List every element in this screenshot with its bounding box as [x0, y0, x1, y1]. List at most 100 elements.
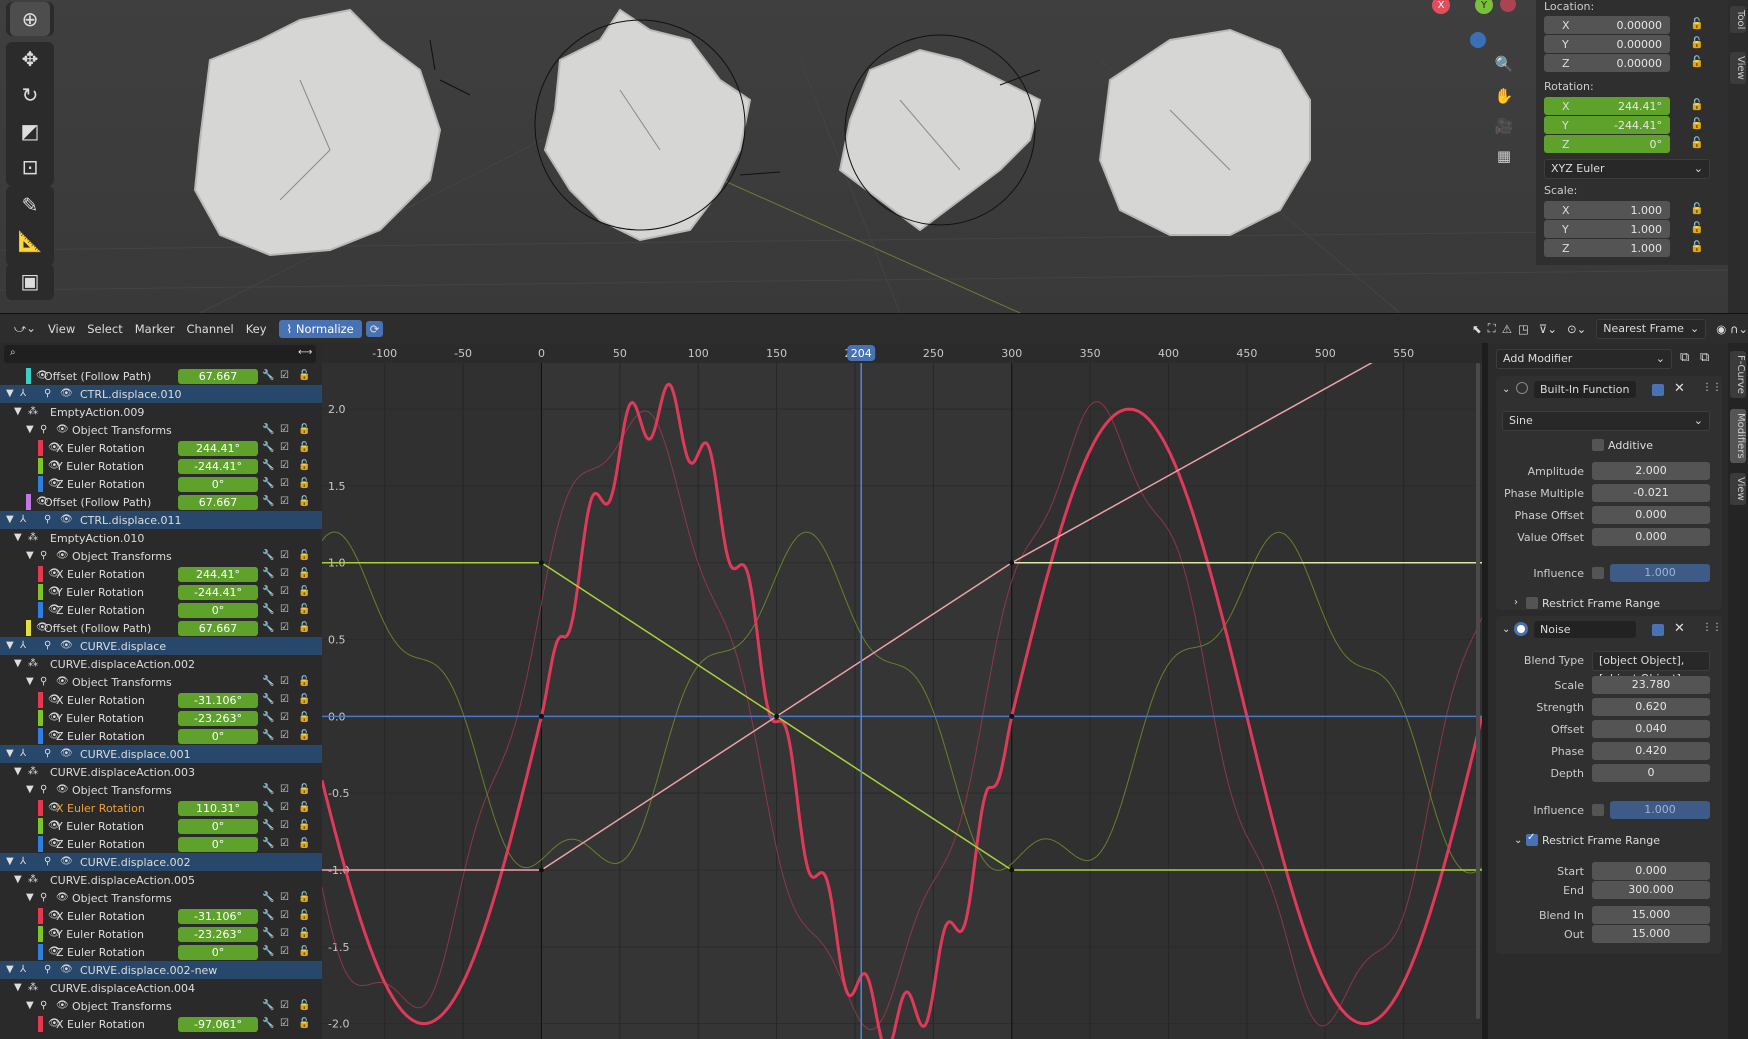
mute-toggle[interactable]: [1516, 382, 1528, 394]
pin-icon[interactable]: ⚲: [44, 964, 51, 975]
drag-handle-icon[interactable]: ⋮⋮: [1702, 622, 1722, 633]
wrench-icon[interactable]: 🔧: [262, 802, 274, 813]
modifier-field[interactable]: 15.000: [1592, 906, 1710, 924]
builtin-title[interactable]: Built-In Function: [1534, 381, 1636, 398]
channel-row[interactable]: 👁 X Euler Rotation -31.106° 🔧 ☑ 🔓: [0, 691, 322, 709]
lock-icon[interactable]: 🔓: [298, 802, 310, 813]
lock-icon[interactable]: 🔓: [298, 568, 310, 579]
influence-checkbox[interactable]: [1592, 804, 1604, 816]
group-row[interactable]: ▼ ⚲ 👁 Object Transforms 🔧 ☑ 🔓: [0, 889, 322, 907]
lock-icon[interactable]: 🔓: [298, 946, 310, 957]
collapse-icon[interactable]: ▼: [26, 784, 34, 795]
additive-checkbox[interactable]: [1592, 439, 1604, 451]
object-row[interactable]: ▼ ⅄ ⚲ 👁 CTRL.displace.010: [0, 385, 322, 403]
channel-value-field[interactable]: 0°: [178, 944, 258, 960]
wrench-icon[interactable]: 🔧: [262, 550, 274, 561]
collapse-icon[interactable]: ⌄: [1514, 835, 1522, 846]
pan-hand-icon[interactable]: ✋: [1490, 82, 1518, 110]
modifier-field[interactable]: 0.040: [1592, 720, 1710, 738]
wrench-icon[interactable]: 🔧: [262, 478, 274, 489]
wrench-icon[interactable]: 🔧: [262, 424, 274, 435]
collapse-icon[interactable]: ▼: [26, 892, 34, 903]
pin-icon[interactable]: ⚲: [40, 550, 47, 561]
checkbox-icon[interactable]: ☑: [280, 802, 289, 813]
wrench-icon[interactable]: 🔧: [262, 910, 274, 921]
filter-icon[interactable]: ⊽⌄: [1539, 322, 1557, 336]
frame-ruler[interactable]: -100-50050100150200250300350400450500550…: [322, 343, 1482, 363]
pin-icon[interactable]: ⚲: [44, 640, 51, 651]
wrench-icon[interactable]: 🔧: [262, 730, 274, 741]
channel-row[interactable]: 👁 X Euler Rotation -31.106° 🔧 ☑ 🔓: [0, 907, 322, 925]
channel-row[interactable]: 👁 Y Euler Rotation -23.263° 🔧 ☑ 🔓: [0, 709, 322, 727]
eye-icon[interactable]: 👁: [60, 748, 73, 759]
collapse-icon[interactable]: ▼: [14, 532, 22, 543]
object-row[interactable]: ▼ ⅄ ⚲ 👁 CTRL.displace.011: [0, 511, 322, 529]
eye-icon[interactable]: 👁: [60, 964, 73, 975]
menu-channel[interactable]: Channel: [186, 322, 233, 336]
lock-icon[interactable]: 🔓: [1690, 36, 1704, 49]
wrench-icon[interactable]: 🔧: [262, 586, 274, 597]
modifier-field[interactable]: 300.000: [1592, 881, 1710, 899]
normalize-toggle[interactable]: ⌇ Normalize: [278, 319, 362, 338]
collapse-icon[interactable]: ⌄: [1502, 624, 1510, 635]
wrench-icon[interactable]: 🔧: [262, 928, 274, 939]
scale-x-field[interactable]: X 1.000: [1544, 201, 1670, 219]
wrench-icon[interactable]: 🔧: [262, 838, 274, 849]
action-row[interactable]: ▼ ⁂ CURVE.displaceAction.004: [0, 979, 322, 997]
annotate-tool-icon[interactable]: ✎: [10, 188, 50, 222]
channel-row[interactable]: 👁 X Euler Rotation 110.31° 🔧 ☑ 🔓: [0, 799, 322, 817]
channel-row[interactable]: 👁 Offset (Follow Path) 67.667 🔧 ☑ 🔓: [0, 493, 322, 511]
copy-modifiers-icon[interactable]: ⧉: [1680, 350, 1689, 365]
checkbox-icon[interactable]: ☑: [280, 928, 289, 939]
checkbox-icon[interactable]: ☑: [280, 496, 289, 507]
checkbox-icon[interactable]: ☑: [280, 694, 289, 705]
drag-handle-icon[interactable]: ⋮⋮: [1702, 382, 1722, 393]
channel-value-field[interactable]: 110.31°: [178, 800, 258, 816]
channel-row[interactable]: 👁 Y Euler Rotation -244.41° 🔧 ☑ 🔓: [0, 457, 322, 475]
pin-icon[interactable]: ⚲: [44, 856, 51, 867]
wrench-icon[interactable]: 🔧: [262, 892, 274, 903]
lock-icon[interactable]: 🔓: [1690, 221, 1704, 234]
group-row[interactable]: ▼ ⚲ 👁 Object Transforms 🔧 ☑ 🔓: [0, 781, 322, 799]
rotate-tool-icon[interactable]: ↻: [10, 78, 50, 112]
channel-value-field[interactable]: 244.41°: [178, 440, 258, 456]
lock-icon[interactable]: 🔓: [298, 550, 310, 561]
lock-icon[interactable]: 🔓: [298, 604, 310, 615]
collapse-icon[interactable]: ▼: [14, 982, 22, 993]
action-row[interactable]: ▼ ⁂ CURVE.displaceAction.005: [0, 871, 322, 889]
eye-icon[interactable]: 👁: [56, 550, 69, 561]
group-row[interactable]: ▼ ⚲ 👁 Object Transforms 🔧 ☑ 🔓: [0, 997, 322, 1015]
wrench-icon[interactable]: 🔧: [262, 676, 274, 687]
snap-select[interactable]: Nearest Frame ⌄: [1596, 318, 1707, 339]
collapse-icon[interactable]: ▼: [6, 856, 14, 867]
channel-value-field[interactable]: 67.667: [178, 494, 258, 510]
camera-icon[interactable]: 🎥: [1490, 112, 1518, 140]
close-icon[interactable]: ✕: [1674, 381, 1685, 396]
zoom-icon[interactable]: 🔍: [1490, 50, 1518, 78]
wrench-icon[interactable]: 🔧: [262, 694, 274, 705]
checkbox-icon[interactable]: ☑: [280, 910, 289, 921]
pivot-icon[interactable]: ⊙⌄: [1567, 322, 1586, 336]
lock-icon[interactable]: 🔓: [298, 928, 310, 939]
eye-icon[interactable]: 👁: [60, 856, 73, 867]
pin-icon[interactable]: ⚲: [40, 892, 47, 903]
close-icon[interactable]: ✕: [1674, 621, 1685, 636]
channel-row[interactable]: 👁 Z Euler Rotation 0° 🔧 ☑ 🔓: [0, 835, 322, 853]
collapse-icon[interactable]: ▼: [26, 1000, 34, 1011]
lock-icon[interactable]: 🔓: [298, 694, 310, 705]
eye-icon[interactable]: 👁: [56, 1000, 69, 1011]
object-row[interactable]: ▼ ⅄ ⚲ 👁 CURVE.displace.002-new: [0, 961, 322, 979]
checkbox-icon[interactable]: ☑: [280, 442, 289, 453]
modifier-field[interactable]: 23.780: [1592, 676, 1710, 694]
pin-icon[interactable]: ⚲: [40, 784, 47, 795]
3d-viewport[interactable]: ⊕ ✥ ↻ ◩ ⊡ ✎ 📐 ▣ X Y 🔍 ✋ 🎥 ▦ Location: X0…: [0, 0, 1728, 313]
channel-row[interactable]: 👁 X Euler Rotation -97.061° 🔧 ☑ 🔓: [0, 1015, 322, 1033]
channel-row[interactable]: 👁 Y Euler Rotation -244.41° 🔧 ☑ 🔓: [0, 583, 322, 601]
wrench-icon[interactable]: 🔧: [262, 712, 274, 723]
modifier-field[interactable]: 15.000: [1592, 925, 1710, 943]
builtin-enable-checkbox[interactable]: [1652, 384, 1664, 396]
cursor-tool-icon[interactable]: ⊕: [10, 2, 50, 36]
lock-icon[interactable]: 🔓: [1690, 117, 1704, 130]
channel-value-field[interactable]: -244.41°: [178, 584, 258, 600]
checkbox-icon[interactable]: ☑: [280, 892, 289, 903]
